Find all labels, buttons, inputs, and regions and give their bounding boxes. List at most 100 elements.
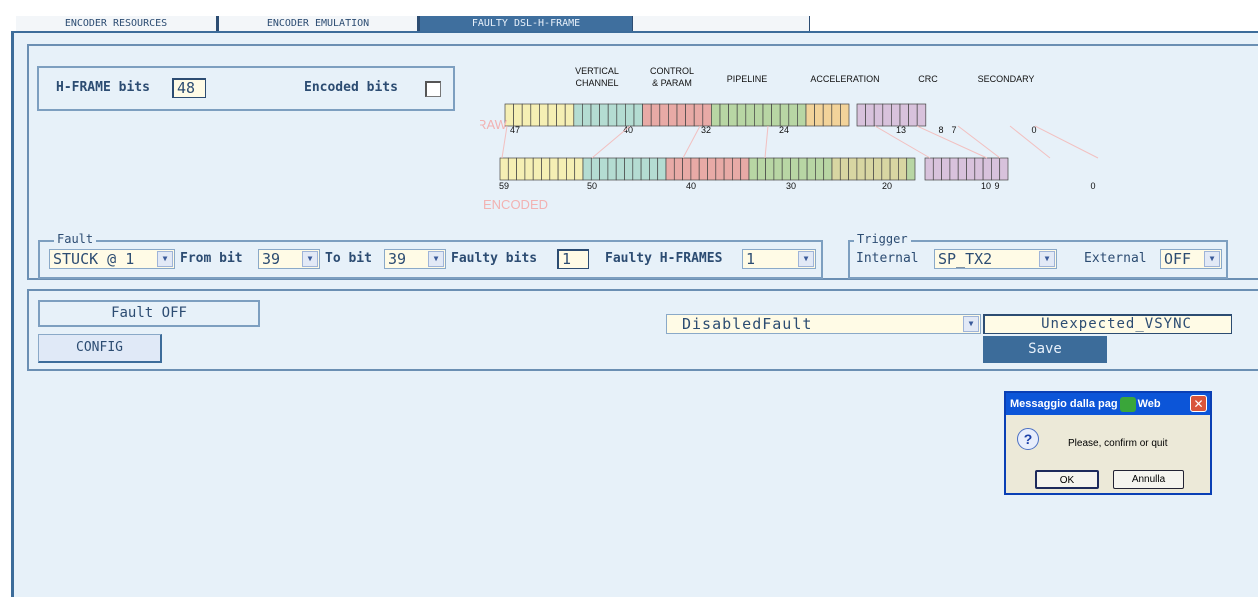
encoded-bit-cell (949, 157, 959, 181)
faulty-hframes-value: 1 (746, 250, 756, 268)
encoded-bit-cell (941, 157, 951, 181)
encoded-bit-cell (566, 157, 576, 181)
section-label: SECONDARY (978, 74, 1035, 84)
encoded-bit-cell (723, 157, 733, 181)
raw-bit-cell (676, 103, 686, 127)
encoded-bit-cell (557, 157, 567, 181)
encoded-tick-label: 40 (686, 181, 696, 191)
chevron-down-icon: ▼ (798, 251, 814, 267)
hframe-bits-label: H-FRAME bits (56, 80, 150, 95)
raw-tick-label: 8 (938, 125, 943, 135)
raw-bit-cell (642, 103, 652, 127)
encoded-bits-label: Encoded bits (304, 80, 398, 95)
cancel-button[interactable]: Annulla (1113, 470, 1184, 489)
raw-bit-cell (728, 103, 738, 127)
bit-diagram-svg: VERTICAL CHANNEL CONTROL & PARAM PIPELINE ACC… (477, 66, 1099, 212)
question-icon: ? (1017, 428, 1039, 450)
raw-bit-cell (590, 103, 600, 127)
raw-bit-cell (822, 103, 833, 127)
ok-button[interactable]: OK (1035, 470, 1099, 489)
encoded-bit-cell (889, 157, 899, 181)
faulty-hframes-select[interactable]: 1 ▼ (742, 249, 816, 269)
raw-bit-cell (891, 103, 901, 127)
raw-bit-cell (736, 103, 747, 127)
encoded-bit-cell (640, 157, 650, 181)
encoded-tick-label: 10 (981, 181, 991, 191)
preset-name-field[interactable]: Unexpected_VSYNC (983, 314, 1232, 334)
raw-bit-cell (908, 103, 918, 127)
encoded-bit-cell (864, 157, 874, 181)
raw-bit-cell (530, 103, 540, 127)
tab-bar: ENCODER RESOURCES ENCODER EMULATION FAUL… (16, 16, 810, 31)
section-label: PIPELINE (727, 74, 768, 84)
encoded-bit-cell (932, 157, 942, 181)
raw-bit-cell (599, 103, 609, 127)
encoded-bit-cell (765, 157, 775, 181)
encoded-bit-cell (599, 157, 609, 181)
section-label: & PARAM (652, 78, 692, 88)
encoded-tick-label: 50 (587, 181, 597, 191)
encoded-bit-cell (715, 157, 725, 181)
chevron-down-icon: ▼ (428, 251, 444, 267)
encoded-bit-cell (999, 157, 1009, 181)
raw-bit-cell (814, 103, 824, 127)
raw-bit-cell (564, 103, 575, 127)
config-button[interactable]: CONFIG (38, 334, 162, 363)
raw-bit-cell (882, 103, 892, 127)
encoded-bit-cell (839, 157, 849, 181)
preset-select[interactable]: DisabledFault ▼ (666, 314, 981, 334)
close-icon[interactable]: ✕ (1190, 395, 1207, 412)
encoded-bit-cell (549, 157, 559, 181)
from-bit-select[interactable]: 39 ▼ (258, 249, 320, 269)
from-bit-label: From bit (180, 251, 243, 266)
tab-encoder-resources[interactable]: ENCODER RESOURCES (16, 16, 216, 31)
external-trigger-select[interactable]: OFF ▼ (1160, 249, 1222, 269)
encoded-bit-cell (516, 157, 526, 181)
hframe-bits-value[interactable]: 48 (172, 78, 206, 98)
encoded-bit-cell (698, 157, 708, 181)
preset-value: DisabledFault (682, 315, 813, 333)
encoded-bits-checkbox[interactable] (425, 81, 441, 97)
raw-bit-cell (693, 103, 704, 127)
fault-type-select[interactable]: STUCK @ 1 ▼ (49, 249, 175, 269)
tab-encoder-emulation[interactable]: ENCODER EMULATION (216, 16, 417, 31)
encoded-bit-cell (574, 157, 584, 181)
encoded-bit-cell (582, 157, 592, 181)
encoded-label: ENCODED (483, 197, 548, 212)
dialog-title-end: Web (1137, 398, 1161, 410)
encoded-bit-cell (740, 157, 750, 181)
encoded-bit-cell (957, 157, 967, 181)
raw-bit-cell (899, 103, 909, 127)
encoded-bit-cell (532, 157, 542, 181)
dialog-message: Please, confirm or quit (1068, 438, 1168, 449)
raw-label: RAW (480, 117, 508, 132)
raw-bit-cell (650, 103, 661, 127)
connector-line (591, 125, 631, 159)
faulty-bits-value[interactable]: 1 (557, 249, 589, 269)
raw-bit-cell (625, 103, 635, 127)
connector-line (682, 125, 701, 159)
to-bit-select[interactable]: 39 ▼ (384, 249, 446, 269)
encoded-bit-cell (748, 157, 758, 181)
encoded-bit-cell (756, 157, 766, 181)
raw-bit-cell (745, 103, 755, 127)
raw-bit-cell (873, 103, 884, 127)
save-button[interactable]: Save (983, 336, 1107, 363)
raw-bit-cell (547, 103, 557, 127)
encoded-bit-cell (831, 157, 841, 181)
internal-trigger-select[interactable]: SP_TX2 ▼ (934, 249, 1057, 269)
chevron-down-icon: ▼ (302, 251, 318, 267)
raw-bit-cell (539, 103, 549, 127)
tab-faulty-dsl-h-frame[interactable]: FAULTY DSL-H-FRAME (417, 16, 632, 31)
raw-bit-cell (797, 103, 807, 127)
dialog-title-bar: Messaggio dalla pag Web (1006, 393, 1210, 415)
raw-bit-cell (582, 103, 592, 127)
encoded-tick-label: 30 (786, 181, 796, 191)
raw-bit-cell (771, 103, 781, 127)
encoded-bit-cell (773, 157, 783, 181)
chevron-down-icon: ▼ (157, 251, 173, 267)
internal-label: Internal (856, 251, 919, 266)
encoded-bit-cell (991, 157, 1001, 181)
section-label: VERTICAL (575, 66, 619, 76)
encoded-bit-cell (732, 157, 742, 181)
